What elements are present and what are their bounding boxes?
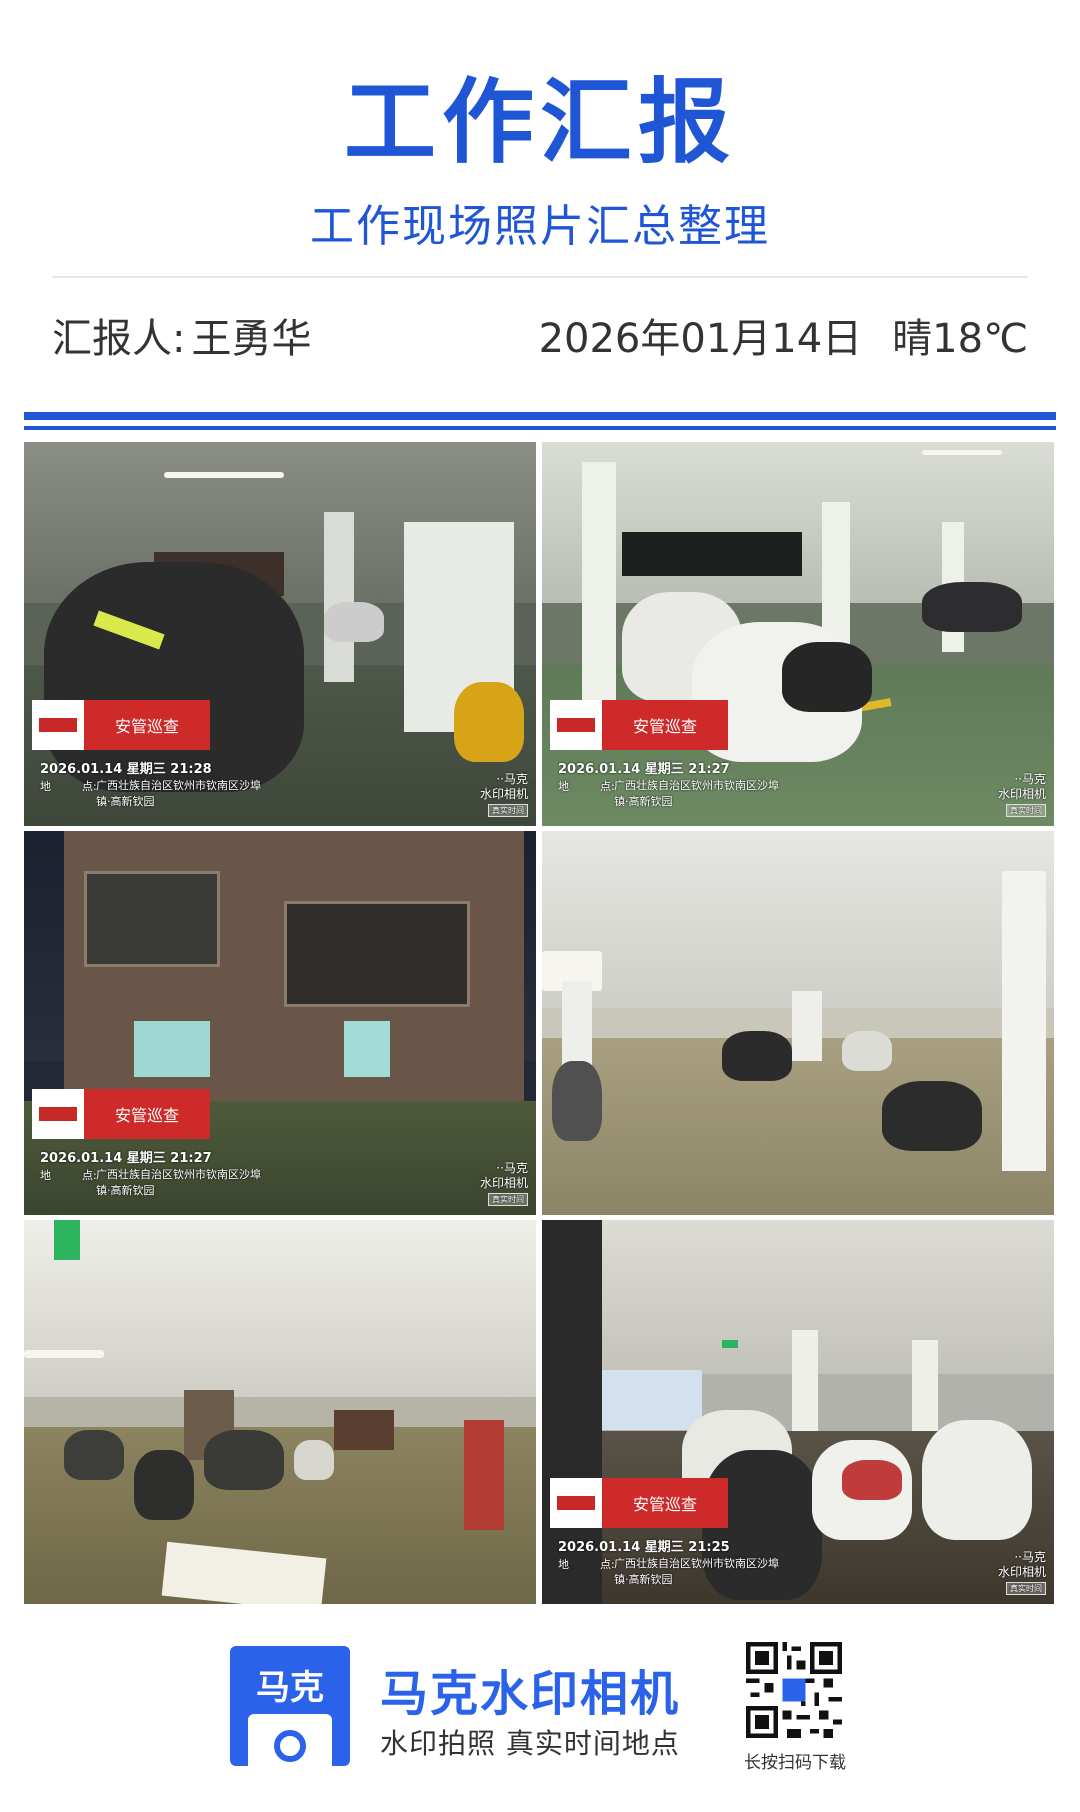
site-photo-4[interactable] <box>542 831 1054 1215</box>
watermark-place-colon: 点: <box>600 1558 615 1571</box>
watermark-logo <box>32 700 84 750</box>
watermark-time: 2026.01.14 星期三 21:27 <box>558 762 730 777</box>
divider <box>52 276 1028 278</box>
watermark-time: 2026.01.14 星期三 21:25 <box>558 1540 730 1555</box>
watermark-place-label: 地 <box>40 1169 51 1182</box>
watermark-brand-line2: 水印相机 <box>479 1176 528 1190</box>
watermark-header: 安管巡查 <box>32 700 210 750</box>
site-photo-6[interactable]: 安管巡查 2026.01.14 星期三 21:25 地 点: 广西壮族自治区钦州… <box>542 1220 1054 1604</box>
watermark-place-colon: 点: <box>82 1169 97 1182</box>
watermark-brand: ··马克 水印相机 真实时间 <box>998 1550 1046 1595</box>
report-meta: 2026年01月14日 晴18℃ <box>539 306 1028 364</box>
photo-grid: 安管巡查 2026.01.14 星期三 21:28 地 点: 广西壮族自治区钦州… <box>24 442 1056 1604</box>
watermark-header: 安管巡查 <box>550 700 728 750</box>
watermark-logo <box>550 700 602 750</box>
photo-scene <box>542 831 1054 1215</box>
watermark-header: 安管巡查 <box>32 1089 210 1139</box>
page-title: 工作汇报 <box>343 69 736 176</box>
watermark-verified-badge: 真实时间 <box>1006 804 1046 817</box>
watermark-place-colon: 点: <box>600 780 615 793</box>
watermark-title: 安管巡查 <box>84 1089 210 1139</box>
watermark-brand-line1: ··马克 <box>1014 772 1046 786</box>
watermark-place: 广西壮族自治区钦州市钦南区沙埠镇·高新钦园 <box>96 1168 261 1197</box>
camera-lens-icon <box>274 1730 306 1762</box>
watermark-logo <box>550 1478 602 1528</box>
app-logo-text: 马克 <box>256 1668 324 1708</box>
watermark-header: 安管巡查 <box>550 1478 728 1528</box>
watermark-verified-badge: 真实时间 <box>1006 1582 1046 1595</box>
accent-bar <box>24 412 1056 420</box>
watermark-place: 广西壮族自治区钦州市钦南区沙埠镇·高新钦园 <box>614 779 779 808</box>
watermark-brand-line2: 水印相机 <box>997 1565 1046 1579</box>
watermark-place-colon: 点: <box>82 780 97 793</box>
reporter-info: 汇报人: 王勇华 <box>52 306 311 364</box>
qr-label: 长按扫码下载 <box>744 1753 846 1773</box>
watermark-brand-line1: ··马克 <box>496 1161 528 1175</box>
watermark-title: 安管巡查 <box>602 700 728 750</box>
watermark-verified-badge: 真实时间 <box>488 1193 528 1206</box>
app-slogan: 水印拍照 真实时间地点 <box>380 1727 680 1760</box>
page-subtitle: 工作现场照片汇总整理 <box>310 201 770 252</box>
watermark-place-label: 地 <box>558 780 569 793</box>
watermark-logo <box>32 1089 84 1139</box>
photo-scene <box>24 1220 536 1604</box>
site-photo-1[interactable]: 安管巡查 2026.01.14 星期三 21:28 地 点: 广西壮族自治区钦州… <box>24 442 536 826</box>
report-weather: 晴18℃ <box>892 316 1028 362</box>
watermark-brand: ··马克 水印相机 真实时间 <box>998 772 1046 817</box>
watermark-place-label: 地 <box>558 1558 569 1571</box>
qr-code-icon[interactable] <box>746 1642 842 1738</box>
watermark-place-label: 地 <box>40 780 51 793</box>
watermark-verified-badge: 真实时间 <box>488 804 528 817</box>
watermark-brand: ··马克 水印相机 真实时间 <box>480 1161 528 1206</box>
app-logo: 马克 <box>230 1646 350 1766</box>
app-name: 马克水印相机 <box>380 1666 681 1722</box>
report-date: 2026年01月14日 <box>538 316 863 362</box>
reporter-label: 汇报人: <box>52 316 186 362</box>
reporter-name: 王勇华 <box>191 316 312 362</box>
watermark-brand-line1: ··马克 <box>1014 1550 1046 1564</box>
site-photo-3[interactable]: 安管巡查 2026.01.14 星期三 21:27 地 点: 广西壮族自治区钦州… <box>24 831 536 1215</box>
site-photo-5[interactable] <box>24 1220 536 1604</box>
watermark-brand-line1: ··马克 <box>496 772 528 786</box>
watermark-time: 2026.01.14 星期三 21:28 <box>40 762 212 777</box>
accent-bar-thin <box>24 426 1056 430</box>
watermark-brand-line2: 水印相机 <box>479 787 528 801</box>
watermark-place: 广西壮族自治区钦州市钦南区沙埠镇·高新钦园 <box>614 1557 779 1586</box>
watermark-time: 2026.01.14 星期三 21:27 <box>40 1151 212 1166</box>
watermark-title: 安管巡查 <box>84 700 210 750</box>
watermark-brand: ··马克 水印相机 真实时间 <box>480 772 528 817</box>
site-photo-2[interactable]: 安管巡查 2026.01.14 星期三 21:27 地 点: 广西壮族自治区钦州… <box>542 442 1054 826</box>
watermark-title: 安管巡查 <box>602 1478 728 1528</box>
watermark-brand-line2: 水印相机 <box>997 787 1046 801</box>
watermark-place: 广西壮族自治区钦州市钦南区沙埠镇·高新钦园 <box>96 779 261 808</box>
